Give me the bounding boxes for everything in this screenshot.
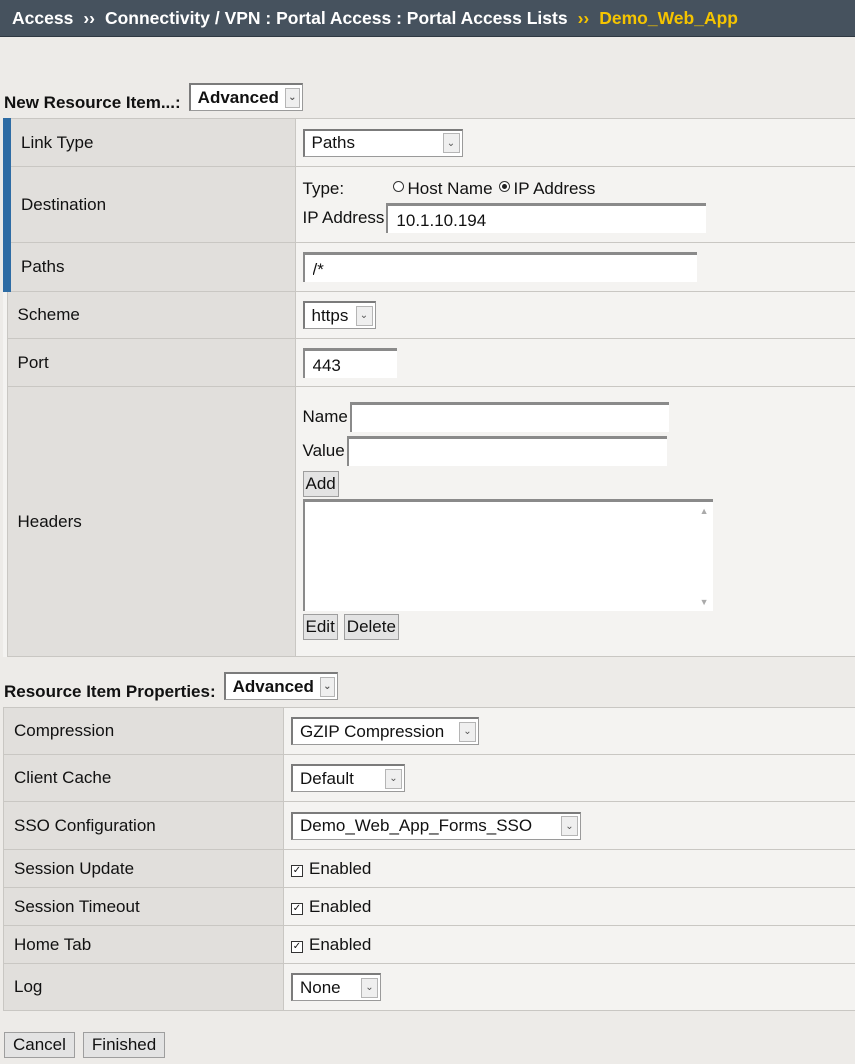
chevron-down-icon: ⌄ [459,721,476,742]
chevron-down-icon: ⌄ [355,305,373,326]
scheme-label: Scheme [6,291,296,339]
scheme-value: https [311,305,349,325]
finished-button[interactable]: Finished [82,1032,166,1058]
header-name-input[interactable] [349,402,669,432]
sso-configuration-select[interactable]: Demo_Web_App_Forms_SSO ⌄ [291,811,581,840]
session-timeout-label: Session Timeout [3,887,284,926]
session-update-enabled-label: Enabled [309,858,372,878]
form-actions: Cancel Finished [4,1032,166,1058]
cancel-button[interactable]: Cancel [4,1032,75,1058]
session-timeout-checkbox[interactable]: ✓ [291,902,303,915]
ip-address-radio-label: IP Address [513,178,596,198]
header-value-label: Value [302,441,345,460]
port-label: Port [6,338,296,387]
paths-input[interactable] [302,252,697,282]
host-name-radio[interactable] [392,181,404,192]
session-update-label: Session Update [3,849,284,888]
compression-select[interactable]: GZIP Compression ⌄ [291,717,479,745]
chevron-down-icon: ⌄ [284,87,300,108]
ip-address-radio[interactable] [498,181,510,192]
compression-label: Compression [3,707,284,755]
session-update-checkbox[interactable]: ✓ [291,864,303,877]
chevron-down-icon: ⌄ [319,676,335,697]
breadcrumb-separator: ›› [83,7,95,28]
log-value: None [300,977,341,997]
home-tab-checkbox[interactable]: ✓ [291,940,303,953]
headers-listbox[interactable]: ▲ ▼ [302,499,713,611]
breadcrumb-item-access[interactable]: Access [12,8,73,29]
chevron-down-icon: ⌄ [361,977,378,998]
breadcrumb-separator: ›› [577,7,590,28]
client-cache-label: Client Cache [3,754,284,802]
resource-item-properties-heading: Resource Item Properties: Advanced ⌄ [4,672,338,701]
header-value-input[interactable] [346,436,667,466]
new-resource-mode-select[interactable]: Advanced ⌄ [188,83,303,111]
paths-label: Paths [3,242,296,292]
properties-mode-value: Advanced [232,676,314,696]
delete-header-button[interactable]: Delete [343,614,399,640]
link-type-select[interactable]: Paths ⌄ [302,128,463,157]
scroll-down-icon[interactable]: ▼ [700,597,709,607]
ip-address-input[interactable] [386,202,707,233]
scroll-up-icon[interactable]: ▲ [700,506,709,516]
header-name-label: Name [302,407,348,426]
breadcrumb-item-portal-access-lists[interactable]: Connectivity / VPN : Portal Access : Por… [105,8,568,29]
host-name-radio-label: Host Name [407,178,493,198]
chevron-down-icon: ⌄ [561,816,578,836]
log-label: Log [3,963,284,1011]
scheme-select[interactable]: https ⌄ [302,301,376,329]
home-tab-enabled-label: Enabled [309,934,372,954]
chevron-down-icon: ⌄ [442,133,460,153]
new-resource-item-heading: New Resource Item...: Advanced ⌄ [4,83,303,112]
client-cache-value: Default [300,768,354,788]
new-resource-mode-value: Advanced [197,87,279,107]
headers-label: Headers [6,386,296,657]
breadcrumb: Access ›› Connectivity / VPN : Portal Ac… [0,0,855,37]
breadcrumb-current: Demo_Web_App [599,7,738,28]
destination-label: Destination [3,166,296,243]
destination-type-label: Type: [302,178,345,198]
link-type-value: Paths [311,133,355,152]
port-input[interactable] [302,347,397,378]
session-timeout-enabled-label: Enabled [309,896,372,916]
client-cache-select[interactable]: Default ⌄ [291,764,405,792]
sso-configuration-value: Demo_Web_App_Forms_SSO [300,816,533,835]
add-header-button[interactable]: Add [302,471,339,497]
ip-address-label: IP Address [302,207,385,227]
properties-mode-select[interactable]: Advanced ⌄ [223,672,338,700]
link-type-label: Link Type [3,118,296,167]
log-select[interactable]: None ⌄ [291,973,381,1001]
resource-item-table: Link Type Paths ⌄ Destination Type: Host… [3,118,855,657]
resource-properties-table: Compression GZIP Compression ⌄ Client Ca… [3,707,855,1011]
chevron-down-icon: ⌄ [385,768,402,789]
resource-item-properties-label: Resource Item Properties: [4,682,216,701]
edit-header-button[interactable]: Edit [302,614,338,640]
home-tab-label: Home Tab [3,925,284,964]
new-resource-item-label: New Resource Item...: [4,93,181,112]
compression-value: GZIP Compression [300,721,445,741]
sso-configuration-label: SSO Configuration [3,801,284,850]
